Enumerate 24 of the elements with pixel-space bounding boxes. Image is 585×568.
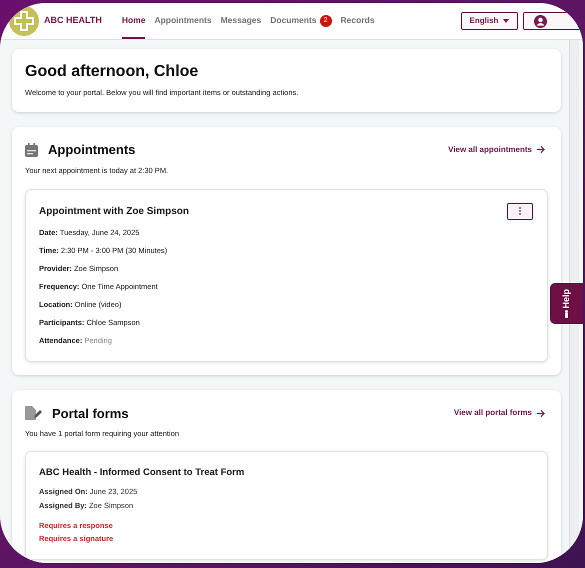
nav-tab[interactable]: Documents bbox=[270, 3, 317, 39]
form-title: ABC Health - Informed Consent to Treat Form bbox=[39, 466, 246, 480]
arrow-right-icon bbox=[536, 408, 545, 418]
nav-tab[interactable]: Messages bbox=[220, 3, 262, 39]
logo-icon bbox=[9, 6, 39, 36]
calendar-icon bbox=[25, 142, 38, 157]
user-icon bbox=[534, 14, 547, 28]
nav-tab[interactable]: Appointments bbox=[154, 3, 212, 39]
document-edit-icon bbox=[25, 406, 42, 420]
section-title: Portal forms bbox=[52, 404, 129, 422]
arrow-right-icon bbox=[536, 145, 545, 154]
appointment-title: Appointment with Zoe Simpson bbox=[39, 204, 189, 218]
language-dropdown[interactable]: English bbox=[461, 12, 518, 30]
brand-name: ABC HEALTH bbox=[44, 14, 102, 28]
more-options-button[interactable] bbox=[507, 202, 533, 220]
view-all-link[interactable]: View all appointments bbox=[448, 144, 545, 156]
info-icon bbox=[565, 310, 568, 318]
greeting-title: Good afternoon, Chloe bbox=[25, 63, 200, 81]
help-label: Help bbox=[560, 288, 572, 308]
nav-tab[interactable]: Records bbox=[340, 3, 375, 39]
help-tab[interactable]: Help bbox=[550, 283, 583, 324]
caret-icon bbox=[503, 19, 510, 23]
section-title: Appointments bbox=[48, 141, 136, 159]
view-all-link[interactable]: View all portal forms bbox=[454, 407, 545, 420]
